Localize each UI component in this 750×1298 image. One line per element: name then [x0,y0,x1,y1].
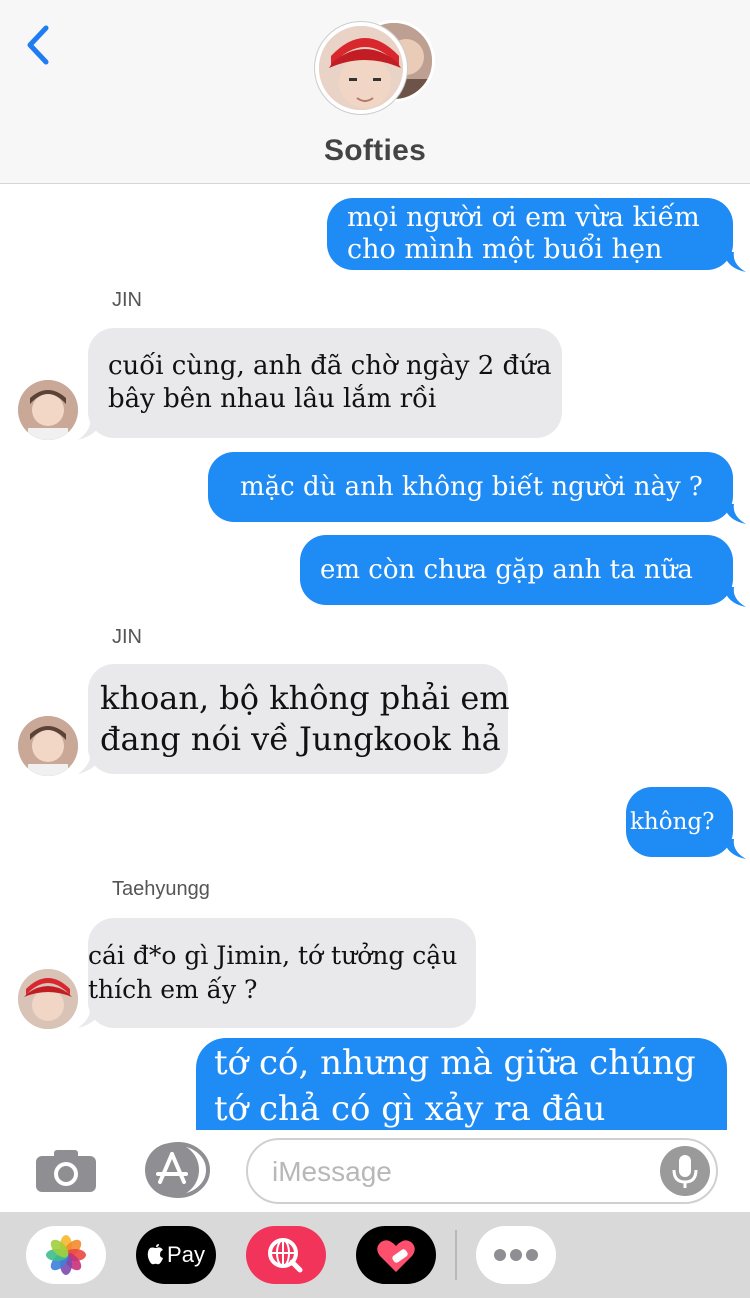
outgoing-message-bubble[interactable]: mặc dù anh không biết người này ? [208,452,733,522]
message-line: mọi người ơi em vừa kiếm [347,202,700,233]
microphone-icon [672,1155,698,1188]
message-line: đang nói về Jungkook hả [100,720,501,758]
outgoing-message-bubble[interactable]: tớ có, nhưng mà giữa chúng tớ chả có gì … [196,1038,727,1134]
message-line: tớ chả có gì xảy ra đâu [214,1089,606,1129]
message-line: thích em ấy ? [88,975,258,1004]
sender-name: Taehyungg [112,878,210,900]
camera-icon [36,1150,96,1192]
incoming-message-bubble[interactable]: khoan, bộ không phải em đang nói về Jung… [88,664,510,774]
incoming-message-bubble[interactable]: cái đ*o gì Jimin, tớ tưởng cậu thích em … [88,918,476,1028]
message-line: không? [630,809,715,835]
bubble-tail [724,252,746,272]
bubble-tail [724,587,746,607]
group-avatar[interactable] [313,18,438,118]
avatar[interactable] [18,969,78,1029]
apple-pay-label: Pay [167,1242,205,1267]
more-apps-icon [494,1249,538,1261]
message-line: cho mình một buổi hẹn [347,234,663,265]
image-search-app-icon [268,1238,303,1273]
message-line: khoan, bộ không phải em [100,679,510,717]
sender-name: JIN [112,289,142,311]
digital-touch-app-icon [377,1240,415,1272]
back-button[interactable] [22,22,62,68]
outgoing-message-bubble[interactable]: không? [626,787,733,857]
message-input-container [246,1138,718,1204]
message-input[interactable] [272,1152,652,1192]
divider [455,1230,457,1280]
camera-button[interactable] [34,1148,98,1194]
digital-touch-app-button[interactable] [356,1226,436,1284]
message-line: mặc dù anh không biết người này ? [240,472,703,502]
message-line: tớ có, nhưng mà giữa chúng [214,1043,696,1083]
dictation-button[interactable] [660,1146,710,1196]
message-line: em còn chưa gặp anh ta nữa [320,555,693,585]
bubble-tail [724,504,746,524]
avatar[interactable] [18,380,78,440]
avatar [315,22,407,114]
outgoing-message-bubble[interactable]: mọi người ơi em vừa kiếm cho mình một bu… [327,198,733,270]
message-line: bây bên nhau lâu lắm rồi [108,384,437,414]
message-line: cuối cùng, anh đã chờ ngày 2 đứa [108,351,552,381]
apple-logo-icon [147,1244,164,1265]
apple-pay-button[interactable]: Pay [136,1226,216,1284]
sender-name: JIN [112,626,142,648]
app-store-button[interactable] [140,1142,212,1198]
conversation-header: Softies [0,0,750,184]
avatar[interactable] [18,716,78,776]
outgoing-message-bubble[interactable]: em còn chưa gặp anh ta nữa [300,535,733,605]
bubble-tail [724,839,746,859]
more-apps-button[interactable] [476,1226,556,1284]
message-line: cái đ*o gì Jimin, tớ tưởng cậu [88,941,458,970]
image-search-app-button[interactable] [246,1226,326,1284]
incoming-message-bubble[interactable]: cuối cùng, anh đã chờ ngày 2 đứa bây bên… [88,328,562,438]
chevron-left-icon [27,25,49,65]
photos-app-icon [46,1235,86,1275]
conversation-title: Softies [323,134,427,167]
app-store-icon [145,1142,210,1198]
photos-app-button[interactable] [26,1226,106,1284]
